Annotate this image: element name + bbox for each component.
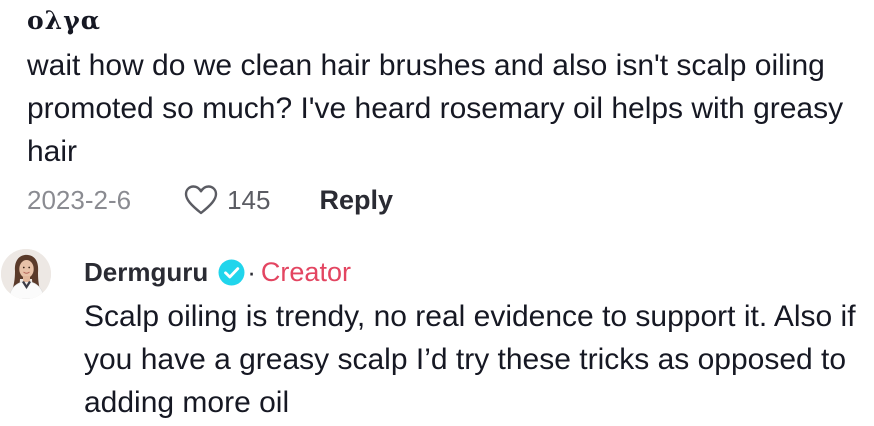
heart-icon[interactable] [183,184,219,216]
comment-text: wait how do we clean hair brushes and al… [27,49,844,168]
reply-header: Dermguru · Creator [84,254,351,290]
reply-text: Scalp oiling is trendy, no real evidence… [84,300,856,419]
comment-date: 2023-2-6 [27,185,132,215]
reply-username[interactable]: Dermguru [84,254,208,290]
avatar[interactable] [1,249,51,299]
like-button[interactable]: 145 [183,182,270,218]
separator-dot: · [247,257,256,287]
creator-badge: Creator [260,257,351,287]
comment-username[interactable]: ολγα [27,6,101,36]
reply-button[interactable]: Reply [319,182,393,218]
like-count: 145 [227,185,271,215]
verified-check-icon [218,259,245,286]
comment-meta: 2023-2-6 145 Reply [27,182,393,218]
